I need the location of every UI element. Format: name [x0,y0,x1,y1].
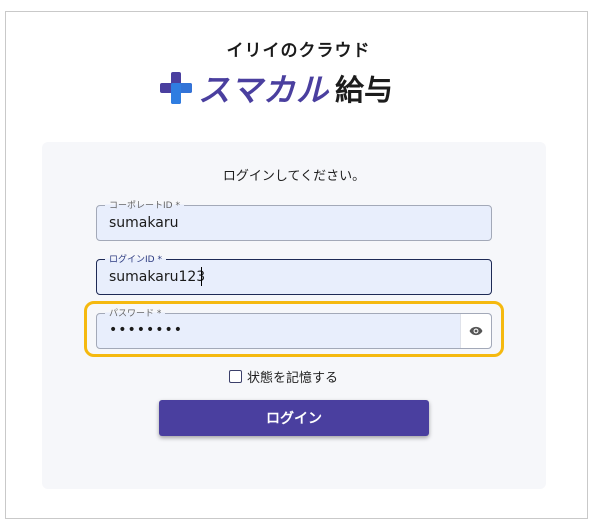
password-field[interactable]: パスワード * •••••••• [96,306,492,349]
product-logo: スマカル 給与 [158,66,438,110]
remember-checkbox[interactable] [229,370,242,383]
password-value: •••••••• [109,322,184,338]
plus-logo-icon [160,72,192,104]
text-caret [201,267,202,286]
corporate-id-value: sumakaru [109,215,179,231]
product-suffix: 給与 [335,73,394,107]
corporate-id-label: コーポレートID * [105,198,184,211]
product-name: スマカル [198,71,330,109]
login-id-field[interactable]: ログインID * sumakaru123 [96,252,492,295]
corporate-id-field[interactable]: コーポレートID * sumakaru [96,198,492,241]
login-id-label: ログインID * [105,252,166,265]
login-prompt: ログインしてください。 [222,169,366,184]
login-id-value: sumakaru123 [109,269,206,285]
show-password-button[interactable] [460,314,491,348]
remember-me[interactable]: 状態を記憶する [229,367,338,386]
password-label: パスワード * [105,306,166,319]
company-name: イリイのクラウド [226,41,371,61]
remember-label: 状態を記憶する [247,371,339,386]
eye-icon [469,326,483,336]
login-button[interactable]: ログイン [159,400,429,436]
